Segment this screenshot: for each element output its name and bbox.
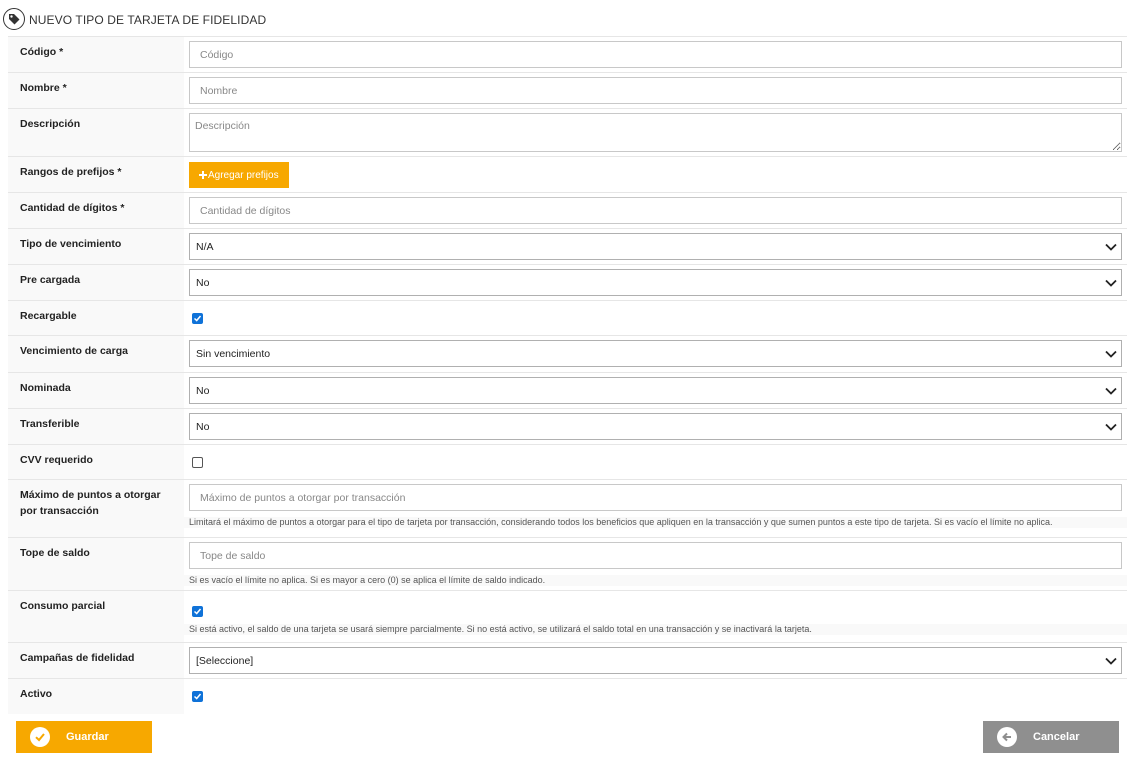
chevron-down-icon xyxy=(1105,350,1117,358)
transferible-value: No xyxy=(196,420,210,433)
transferible-label: Transferible xyxy=(8,409,184,444)
row-tipo-vencimiento: Tipo de vencimiento N/A xyxy=(8,229,1127,265)
chevron-down-icon xyxy=(1105,387,1117,395)
row-campanas: Campañas de fidelidad [Seleccione] xyxy=(8,643,1127,679)
tag-icon xyxy=(3,8,25,30)
activo-label: Activo xyxy=(8,679,184,714)
tipo-vencimiento-select[interactable]: N/A xyxy=(189,233,1122,260)
row-codigo: Código * xyxy=(8,37,1127,73)
row-descripcion: Descripción xyxy=(8,109,1127,157)
add-prefix-button[interactable]: Agregar prefijos xyxy=(189,162,289,188)
cancel-label: Cancelar xyxy=(1033,731,1080,743)
campanas-value: [Seleccione] xyxy=(196,654,254,667)
save-label: Guardar xyxy=(66,731,109,743)
vencimiento-carga-label: Vencimiento de carga xyxy=(8,336,184,372)
page-title: NUEVO TIPO DE TARJETA DE FIDELIDAD xyxy=(29,13,267,27)
row-cvv: CVV requerido xyxy=(8,445,1127,480)
plus-icon xyxy=(199,171,207,179)
row-recargable: Recargable xyxy=(8,301,1127,336)
consumo-parcial-help: Si está activo, el saldo de una tarjeta … xyxy=(184,624,1127,635)
max-puntos-input[interactable] xyxy=(189,484,1122,511)
vencimiento-carga-select[interactable]: Sin vencimiento xyxy=(189,340,1122,367)
consumo-parcial-label: Consumo parcial xyxy=(8,591,184,642)
tope-saldo-input[interactable] xyxy=(189,542,1122,569)
tipo-vencimiento-label: Tipo de vencimiento xyxy=(8,229,184,264)
consumo-parcial-checkbox[interactable] xyxy=(192,606,203,617)
row-tope-saldo: Tope de saldo Si es vacío el límite no a… xyxy=(8,538,1127,591)
max-puntos-help: Limitará el máximo de puntos a otorgar p… xyxy=(184,517,1127,528)
max-puntos-label: Máximo de puntos a otorgar por transacci… xyxy=(8,480,184,537)
rangos-label: Rangos de prefijos * xyxy=(8,157,184,192)
descripcion-label: Descripción xyxy=(8,109,184,156)
row-nombre: Nombre * xyxy=(8,73,1127,109)
cancel-button[interactable]: Cancelar xyxy=(983,721,1119,753)
nombre-input[interactable] xyxy=(189,77,1122,104)
campanas-label: Campañas de fidelidad xyxy=(8,643,184,678)
check-icon xyxy=(193,693,202,700)
nominada-select[interactable]: No xyxy=(189,377,1122,404)
codigo-input[interactable] xyxy=(189,41,1122,68)
tope-saldo-label: Tope de saldo xyxy=(8,538,184,590)
chevron-down-icon xyxy=(1105,243,1117,251)
chevron-down-icon xyxy=(1105,423,1117,431)
chevron-down-icon xyxy=(1105,279,1117,287)
nombre-label: Nombre * xyxy=(8,73,184,108)
check-icon xyxy=(193,315,202,322)
arrow-left-icon xyxy=(997,727,1017,747)
add-prefix-label: Agregar prefijos xyxy=(208,169,279,181)
row-consumo-parcial: Consumo parcial Si está activo, el saldo… xyxy=(8,591,1127,643)
campanas-select[interactable]: [Seleccione] xyxy=(189,647,1122,674)
row-nominada: Nominada No xyxy=(8,373,1127,409)
tipo-vencimiento-value: N/A xyxy=(196,240,214,253)
form: Código * Nombre * Descripción Rangos de … xyxy=(8,36,1127,714)
row-rangos: Rangos de prefijos * Agregar prefijos xyxy=(8,157,1127,193)
digitos-input[interactable] xyxy=(189,197,1122,224)
recargable-checkbox[interactable] xyxy=(192,313,203,324)
activo-checkbox[interactable] xyxy=(192,691,203,702)
row-digitos: Cantidad de dígitos * xyxy=(8,193,1127,229)
row-transferible: Transferible No xyxy=(8,409,1127,445)
digitos-label: Cantidad de dígitos * xyxy=(8,193,184,228)
check-circle-icon xyxy=(30,727,50,747)
chevron-down-icon xyxy=(1105,657,1117,665)
check-icon xyxy=(193,608,202,615)
codigo-label: Código * xyxy=(8,37,184,72)
cvv-checkbox[interactable] xyxy=(192,457,203,468)
pre-cargada-select[interactable]: No xyxy=(189,269,1122,296)
nominada-value: No xyxy=(196,384,210,397)
nominada-label: Nominada xyxy=(8,373,184,408)
row-pre-cargada: Pre cargada No xyxy=(8,265,1127,301)
recargable-label: Recargable xyxy=(8,301,184,335)
pre-cargada-label: Pre cargada xyxy=(8,265,184,300)
cvv-label: CVV requerido xyxy=(8,445,184,479)
transferible-select[interactable]: No xyxy=(189,413,1122,440)
descripcion-textarea[interactable] xyxy=(189,113,1122,152)
row-vencimiento-carga: Vencimiento de carga Sin vencimiento xyxy=(8,336,1127,373)
vencimiento-carga-value: Sin vencimiento xyxy=(196,347,271,360)
page-header: NUEVO TIPO DE TARJETA DE FIDELIDAD xyxy=(0,0,1129,36)
pre-cargada-value: No xyxy=(196,276,210,289)
row-activo: Activo xyxy=(8,679,1127,714)
tope-saldo-help: Si es vacío el límite no aplica. Si es m… xyxy=(184,575,1127,586)
save-button[interactable]: Guardar xyxy=(16,721,152,753)
row-max-puntos: Máximo de puntos a otorgar por transacci… xyxy=(8,480,1127,538)
